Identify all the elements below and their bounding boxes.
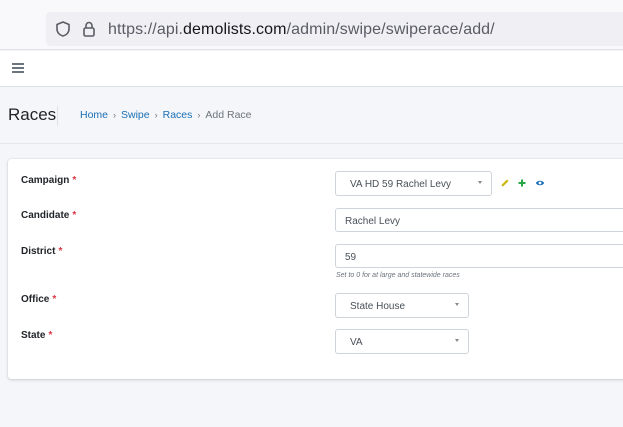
campaign-select[interactable]: VA HD 59 Rachel Levy (335, 171, 492, 196)
required-marker: * (58, 246, 63, 257)
district-help-text: Set to 0 for at large and statewide race… (336, 272, 460, 279)
required-marker: * (52, 294, 57, 305)
breadcrumb-swipe[interactable]: Swipe (121, 109, 150, 121)
district-label: District * (21, 246, 63, 257)
url-domain: demolists.com (183, 21, 287, 38)
breadcrumb-current: Add Race (205, 109, 252, 121)
url-prefix: https://api. (108, 21, 184, 38)
breadcrumb-races[interactable]: Races (163, 109, 193, 121)
chevron-down-icon (455, 339, 459, 342)
page-title: Races (8, 105, 57, 124)
content-header: Races Home › Swipe › Races › Add Race (0, 88, 623, 144)
office-select-value: State House (350, 301, 406, 312)
district-field[interactable]: 59 (335, 244, 623, 268)
add-race-form: Campaign * VA HD 59 Rachel Levy Candidate… (8, 159, 623, 379)
candidate-field[interactable]: Rachel Levy (335, 208, 623, 232)
state-label: State * (21, 330, 53, 341)
candidate-label: Candidate * (21, 210, 77, 221)
browser-toolbar: https://api.demolists.com/admin/swipe/sw… (0, 0, 623, 50)
header-divider (57, 106, 58, 126)
office-label: Office * (21, 294, 57, 305)
office-select[interactable]: State House (335, 293, 469, 318)
hamburger-menu-icon[interactable] (12, 63, 24, 73)
state-select[interactable]: VA (335, 329, 469, 354)
breadcrumb-separator: › (154, 110, 158, 120)
breadcrumb: Home › Swipe › Races › Add Race (80, 109, 252, 121)
app-navbar (0, 51, 623, 87)
url-path: /admin/swipe/swiperace/add/ (286, 21, 495, 38)
eye-icon[interactable] (535, 178, 545, 188)
required-marker: * (72, 210, 77, 221)
shield-icon[interactable] (54, 20, 72, 38)
chevron-down-icon (455, 303, 459, 306)
address-bar[interactable]: https://api.demolists.com/admin/swipe/sw… (46, 12, 623, 46)
campaign-label: Campaign * (21, 175, 77, 186)
url-text[interactable]: https://api.demolists.com/admin/swipe/sw… (108, 21, 495, 39)
plus-icon[interactable] (517, 178, 527, 188)
pencil-icon[interactable] (500, 178, 510, 188)
lock-icon[interactable] (80, 20, 98, 38)
breadcrumb-separator: › (113, 110, 117, 120)
candidate-field-value: Rachel Levy (345, 216, 401, 227)
breadcrumb-home[interactable]: Home (80, 109, 108, 121)
state-select-value: VA (350, 337, 363, 348)
district-field-value: 59 (345, 252, 357, 263)
required-marker: * (72, 175, 77, 186)
chevron-down-icon (478, 181, 482, 184)
required-marker: * (48, 330, 53, 341)
breadcrumb-separator: › (197, 110, 201, 120)
campaign-select-value: VA HD 59 Rachel Levy (350, 179, 451, 190)
